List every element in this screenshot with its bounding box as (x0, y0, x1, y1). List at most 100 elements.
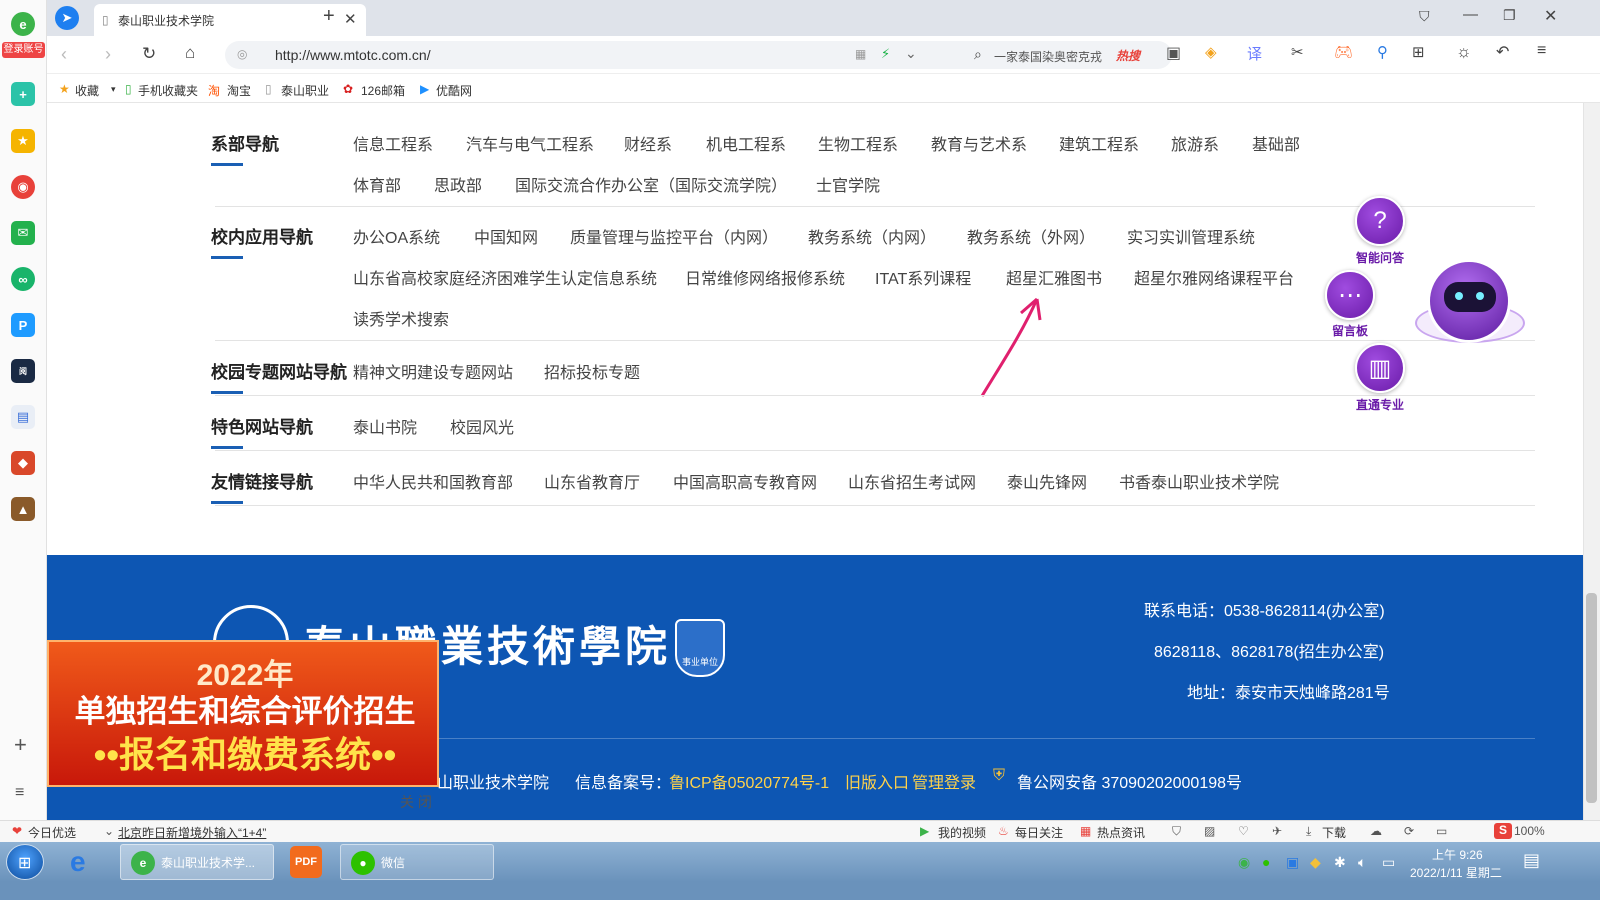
gamepad-icon[interactable]: 🎮︎ (1334, 43, 1353, 61)
nav-link[interactable]: 中国高职高专教育网 (673, 469, 817, 493)
nav-link[interactable]: 体育部 (353, 172, 401, 196)
nav-link[interactable]: 泰山书院 (353, 414, 417, 438)
coupon-icon[interactable]: ◈ (1205, 43, 1217, 61)
sogou-ime-icon[interactable]: S (1494, 823, 1512, 839)
robot-assistant-icon[interactable] (1427, 259, 1511, 343)
nav-link[interactable]: 质量管理与监控平台（内网） (570, 224, 778, 248)
status-daily-focus[interactable]: 每日关注 (1015, 824, 1063, 841)
nav-link[interactable]: ITAT系列课程 (875, 265, 971, 289)
reload-icon[interactable]: ↻ (142, 44, 156, 64)
nav-link[interactable]: 山东省高校家庭经济困难学生认定信息系统 (353, 265, 657, 289)
nav-link[interactable]: 书香泰山职业技术学院 (1119, 469, 1279, 493)
tray-wechat-icon[interactable]: ● (1262, 854, 1270, 870)
url-text[interactable]: http://www.mtotc.com.cn/ (275, 47, 431, 63)
nav-link[interactable]: 中华人民共和国教育部 (353, 469, 513, 493)
magnifier-icon[interactable]: ⚲ (1377, 43, 1388, 61)
promo-close-button[interactable]: 关 闭 (400, 792, 432, 812)
scrollbar-thumb[interactable] (1586, 593, 1597, 803)
nav-link[interactable]: 汽车与电气工程系 (466, 131, 594, 155)
bookmark-item[interactable]: 泰山职业 (281, 82, 329, 99)
nav-link[interactable]: 国际交流合作办公室（国际交流学院） (515, 172, 787, 196)
p-app-icon[interactable]: P (11, 313, 35, 337)
navigation-icon[interactable]: ➤ (55, 6, 79, 30)
bookmark-item[interactable]: 手机收藏夹 (138, 82, 198, 99)
notification-icon[interactable]: ▤ (1523, 850, 1540, 871)
link-icon[interactable]: ∞ (11, 267, 35, 291)
status-download[interactable]: 下载 (1322, 824, 1346, 841)
cloud-icon[interactable]: ☁ (1370, 824, 1382, 838)
restore-icon[interactable]: ❐ (1503, 7, 1516, 24)
clock-date[interactable]: 2022/1/11 星期二 (1410, 864, 1502, 881)
new-tab-icon[interactable]: + (323, 5, 335, 28)
speed-test-icon[interactable]: ✈ (1272, 824, 1282, 838)
nav-link[interactable]: 日常维修网络报修系统 (685, 265, 845, 289)
icp-link[interactable]: 鲁ICP备05020774号-1 (669, 769, 829, 793)
search-input[interactable]: 一家泰国染奥密克戎 (994, 48, 1102, 65)
volume-icon[interactable]: 🔈︎ (1358, 854, 1366, 871)
nav-link[interactable]: 思政部 (434, 172, 482, 196)
translate-icon[interactable]: 译 (1247, 43, 1262, 64)
minimize-icon[interactable]: — (1463, 6, 1478, 23)
status-hot-news[interactable]: 热点资讯 (1097, 824, 1145, 841)
favorites-star-icon[interactable]: ★ (11, 129, 35, 153)
reader-icon[interactable]: ▣ (1166, 43, 1181, 63)
police-record[interactable]: 鲁公网安备 37090202000198号 (1017, 769, 1242, 793)
bookmark-item[interactable]: 收藏 (75, 82, 99, 99)
status-today-picks[interactable]: 今日优选 (28, 824, 76, 841)
nav-link[interactable]: 基础部 (1252, 131, 1300, 155)
menu-icon[interactable]: ≡ (1537, 42, 1546, 60)
bookmark-item[interactable]: 淘宝 (227, 82, 251, 99)
back-icon[interactable]: ‹ (61, 44, 67, 65)
ie-icon[interactable]: e (70, 846, 86, 878)
nav-link[interactable]: 旅游系 (1171, 131, 1219, 155)
bookmark-item[interactable]: 126邮箱 (361, 82, 405, 99)
image-icon[interactable]: ▨ (1204, 824, 1215, 838)
nav-link[interactable]: 士官学院 (816, 172, 880, 196)
nav-link[interactable]: 教务系统（内网） (808, 224, 936, 248)
close-tab-icon[interactable]: ✕ (344, 10, 357, 28)
forward-icon[interactable]: › (105, 44, 111, 65)
window-icon[interactable]: ▭ (1436, 824, 1447, 838)
news-ticker[interactable]: 北京昨日新增境外输入“1+4” (118, 824, 266, 841)
game2-icon[interactable]: ▲ (11, 497, 35, 521)
nav-link[interactable]: 精神文明建设专题网站 (353, 359, 513, 383)
brightness-icon[interactable]: ☼ (1456, 42, 1472, 62)
nav-link[interactable]: 教育与艺术系 (931, 131, 1027, 155)
smart-qa-button[interactable]: ? (1355, 196, 1405, 246)
nav-link[interactable]: 实习实训管理系统 (1127, 224, 1255, 248)
heart-outline-icon[interactable]: ♡ (1238, 824, 1249, 838)
tray-360-icon[interactable]: ◉ (1238, 854, 1250, 871)
scissors-icon[interactable]: ✂ (1291, 43, 1304, 61)
nav-link[interactable]: 建筑工程系 (1059, 131, 1139, 155)
nav-link[interactable]: 办公OA系统 (353, 224, 440, 248)
refresh-icon[interactable]: ⟳ (1404, 824, 1414, 838)
nav-link[interactable]: 教务系统（外网） (967, 224, 1095, 248)
bluetooth-icon[interactable]: ✱ (1334, 854, 1346, 871)
bookmark-item[interactable]: 优酷网 (436, 82, 472, 99)
taskbar-browser[interactable]: e 泰山职业技术学... (120, 844, 274, 880)
apps-grid-icon[interactable]: ⊞ (1412, 43, 1425, 61)
search-box[interactable]: ⌕ 一家泰国染奥密克戎 热搜 (966, 41, 1172, 69)
nav-link[interactable]: 信息工程系 (353, 131, 433, 155)
nav-link[interactable]: 超星尔雅网络课程平台 (1134, 265, 1294, 289)
weibo-icon[interactable]: ◉ (11, 175, 35, 199)
document-icon[interactable]: ▤ (11, 405, 35, 429)
shirt-icon[interactable]: ⛉ (1419, 8, 1430, 25)
close-window-icon[interactable]: ✕ (1544, 6, 1557, 26)
browser-logo-icon[interactable]: e (11, 12, 35, 36)
taskbar-wechat[interactable]: ● 微信 (340, 844, 494, 880)
admin-login-link[interactable]: 管理登录 (912, 769, 976, 793)
qr-icon[interactable]: ▦ (855, 47, 866, 61)
dropdown-icon[interactable]: ⌄ (905, 45, 917, 62)
menu-list-icon[interactable]: ≡ (15, 784, 24, 802)
tray-app-icon[interactable]: ◆ (1310, 854, 1321, 871)
old-version-link[interactable]: 旧版入口 (845, 769, 909, 793)
nav-link[interactable]: 中国知网 (474, 224, 538, 248)
nav-link[interactable]: 招标投标专题 (544, 359, 640, 383)
nav-link[interactable]: 财经系 (624, 131, 672, 155)
mail-icon[interactable]: ✉ (11, 221, 35, 245)
network-icon[interactable]: ▭ (1382, 854, 1395, 871)
speed-icon[interactable]: ⚡ (881, 46, 890, 62)
undo-icon[interactable]: ↶ (1496, 42, 1509, 62)
shield-icon[interactable]: ⛉ (1172, 824, 1181, 839)
